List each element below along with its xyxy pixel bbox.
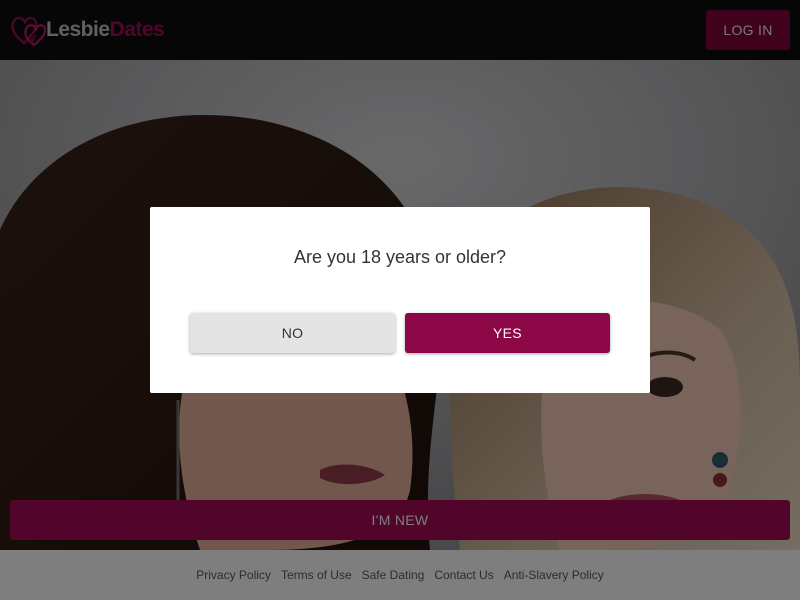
age-verification-dialog: Are you 18 years or older? NO YES [150, 207, 650, 393]
age-question: Are you 18 years or older? [293, 247, 507, 267]
no-button[interactable]: NO [190, 313, 395, 353]
yes-button[interactable]: YES [405, 313, 610, 353]
